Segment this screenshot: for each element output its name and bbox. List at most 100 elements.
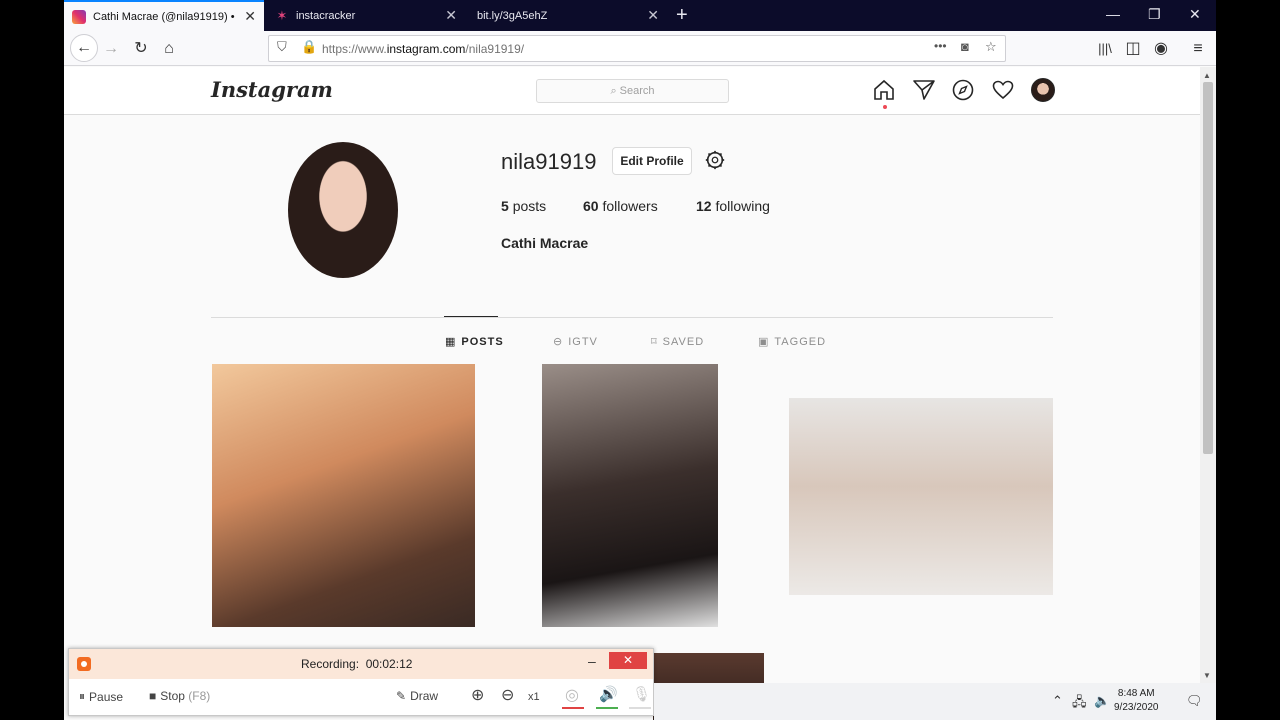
minimize-icon[interactable]: — xyxy=(1106,6,1120,22)
explore-compass-icon[interactable] xyxy=(951,78,975,102)
profile-avatar-icon[interactable] xyxy=(1031,78,1055,102)
microphone-level-bar xyxy=(629,707,651,709)
zoom-out-icon[interactable]: ⊖ xyxy=(501,685,514,705)
grid-icon: ▦ xyxy=(445,336,457,348)
instagram-page: Instagram ⌕ Search nila91919 Edit Profil… xyxy=(64,67,1200,720)
close-icon[interactable]: ✕ xyxy=(244,8,256,25)
scroll-thumb[interactable] xyxy=(1203,82,1213,454)
notifications-icon[interactable]: 🗨 xyxy=(1186,693,1203,709)
tab-instagram[interactable]: Cathi Macrae (@nila91919) • In ✕ xyxy=(64,0,264,31)
instacracker-favicon-icon: ✶ xyxy=(276,7,288,23)
url-prefix: https://www. xyxy=(322,42,387,56)
instagram-favicon-icon xyxy=(72,9,86,24)
close-icon[interactable]: ✕ xyxy=(445,7,457,24)
account-icon[interactable]: ◉ xyxy=(1150,38,1172,60)
clock-time: 8:48 AM xyxy=(1117,688,1155,699)
following-label: following xyxy=(715,198,770,214)
scroll-down-icon[interactable]: ▼ xyxy=(1203,671,1211,680)
stop-icon: ■ xyxy=(149,689,157,703)
tab-bar: Cathi Macrae (@nila91919) • In ✕ ✶ insta… xyxy=(64,0,1216,31)
back-arrow-icon[interactable]: ← xyxy=(70,34,98,62)
instagram-header: Instagram ⌕ Search xyxy=(64,67,1200,115)
direct-message-icon[interactable] xyxy=(912,78,936,102)
page-scrollbar[interactable]: ▲ ▼ xyxy=(1200,67,1216,720)
followers-number: 60 xyxy=(583,198,599,214)
post-thumbnail-1[interactable] xyxy=(212,364,475,627)
followers-count[interactable]: 60 followers xyxy=(583,198,658,214)
shield-icon[interactable]: ⛉ xyxy=(277,39,287,55)
tab-label: SAVED xyxy=(662,335,705,348)
more-icon[interactable]: ••• xyxy=(934,39,947,53)
restore-icon[interactable]: ❐ xyxy=(1148,6,1161,23)
window-close-icon[interactable]: ✕ xyxy=(1189,6,1201,23)
taskbar-clock[interactable]: 8:48 AM 9/23/2020 xyxy=(1114,687,1159,715)
following-count[interactable]: 12 following xyxy=(696,198,770,214)
stop-shortcut: (F8) xyxy=(188,689,211,703)
draw-button[interactable]: ✎ Draw xyxy=(396,689,438,703)
instagram-logo[interactable]: Instagram xyxy=(211,77,333,102)
tab-title: Cathi Macrae (@nila91919) • In xyxy=(93,10,239,23)
url-domain: instagram.com xyxy=(386,42,466,56)
scroll-up-icon[interactable]: ▲ xyxy=(1203,71,1211,80)
profile-username: nila91919 xyxy=(501,149,597,174)
edit-profile-button[interactable]: Edit Profile xyxy=(612,147,692,175)
address-bar[interactable]: ⛉ 🔒 https://www.instagram.com/nila91919/… xyxy=(268,35,1006,62)
posts-count[interactable]: 5 posts xyxy=(501,198,546,214)
url-path: /nila91919/ xyxy=(465,42,525,56)
webcam-level-bar xyxy=(562,707,584,709)
lock-icon[interactable]: 🔒 xyxy=(301,39,317,55)
tab-saved[interactable]: ⌑ SAVED xyxy=(651,335,705,349)
new-tab-plus-icon[interactable]: + xyxy=(676,4,688,27)
post-thumbnail-2[interactable] xyxy=(542,364,718,627)
navigation-toolbar: ← → ↻ ⌂ ⛉ 🔒 https://www.instagram.com/ni… xyxy=(64,31,1216,66)
stop-button[interactable]: ■ Stop (F8) xyxy=(149,689,210,703)
tab-label: POSTS xyxy=(461,335,504,348)
url-text[interactable]: https://www.instagram.com/nila91919/ xyxy=(322,42,524,56)
tab-title: bit.ly/3gA5ehZ xyxy=(477,9,548,22)
webcam-icon[interactable]: ◎ xyxy=(565,685,579,705)
speaker-icon[interactable]: 🔊 xyxy=(599,685,618,703)
home-icon[interactable] xyxy=(872,78,896,102)
microphone-icon[interactable]: 🎙 xyxy=(632,685,651,703)
chevron-up-icon[interactable]: ⌃ xyxy=(1052,693,1063,709)
tab-bitly[interactable]: bit.ly/3gA5ehZ ✕ xyxy=(469,0,667,31)
tab-posts[interactable]: ▦ POSTS xyxy=(445,335,504,349)
tab-label: TAGGED xyxy=(774,335,827,348)
pocket-icon[interactable]: ◙ xyxy=(961,39,969,54)
close-icon[interactable]: ✕ xyxy=(647,7,659,24)
clock-date: 9/23/2020 xyxy=(1114,702,1159,713)
posts-label: posts xyxy=(512,198,547,214)
search-input[interactable]: ⌕ Search xyxy=(536,79,729,103)
browser-window: Cathi Macrae (@nila91919) • In ✕ ✶ insta… xyxy=(64,0,1216,720)
menu-icon[interactable]: ≡ xyxy=(1187,38,1209,60)
profile-picture[interactable] xyxy=(288,142,398,278)
stop-label: Stop xyxy=(160,689,185,703)
forward-arrow-icon[interactable]: → xyxy=(100,38,122,60)
library-icon[interactable]: |||\ xyxy=(1094,38,1116,60)
activity-heart-icon[interactable] xyxy=(991,78,1015,102)
settings-gear-icon[interactable] xyxy=(704,149,726,171)
tab-tagged[interactable]: ▣ TAGGED xyxy=(758,335,827,349)
network-icon[interactable]: 🖧 xyxy=(1072,693,1087,715)
posts-number: 5 xyxy=(501,198,509,214)
minimize-icon[interactable]: – xyxy=(588,653,596,669)
close-icon[interactable]: ✕ xyxy=(609,652,647,669)
search-placeholder: Search xyxy=(619,85,655,97)
recorder-titlebar[interactable]: Recording: 00:02:12 – ✕ xyxy=(69,649,653,679)
volume-icon[interactable]: 🔈 xyxy=(1094,693,1110,709)
home-icon[interactable]: ⌂ xyxy=(158,38,180,60)
recorder-logo-icon xyxy=(77,657,91,671)
tab-instacracker[interactable]: ✶ instacracker ✕ xyxy=(267,0,465,31)
bookmark-star-icon[interactable]: ☆ xyxy=(985,39,997,55)
speaker-level-bar xyxy=(596,707,618,709)
recording-status: Recording: 00:02:12 xyxy=(301,657,412,671)
reload-icon[interactable]: ↻ xyxy=(130,38,152,60)
pause-button[interactable]: ⏸ Pause xyxy=(79,689,123,704)
notification-dot xyxy=(883,105,887,109)
following-number: 12 xyxy=(696,198,712,214)
zoom-in-icon[interactable]: ⊕ xyxy=(471,685,484,705)
tab-igtv[interactable]: ⊖ IGTV xyxy=(553,335,598,349)
zoom-level: x1 xyxy=(528,691,540,703)
post-thumbnail-3[interactable] xyxy=(789,398,1053,595)
sidebar-icon[interactable]: ◫ xyxy=(1122,38,1144,60)
